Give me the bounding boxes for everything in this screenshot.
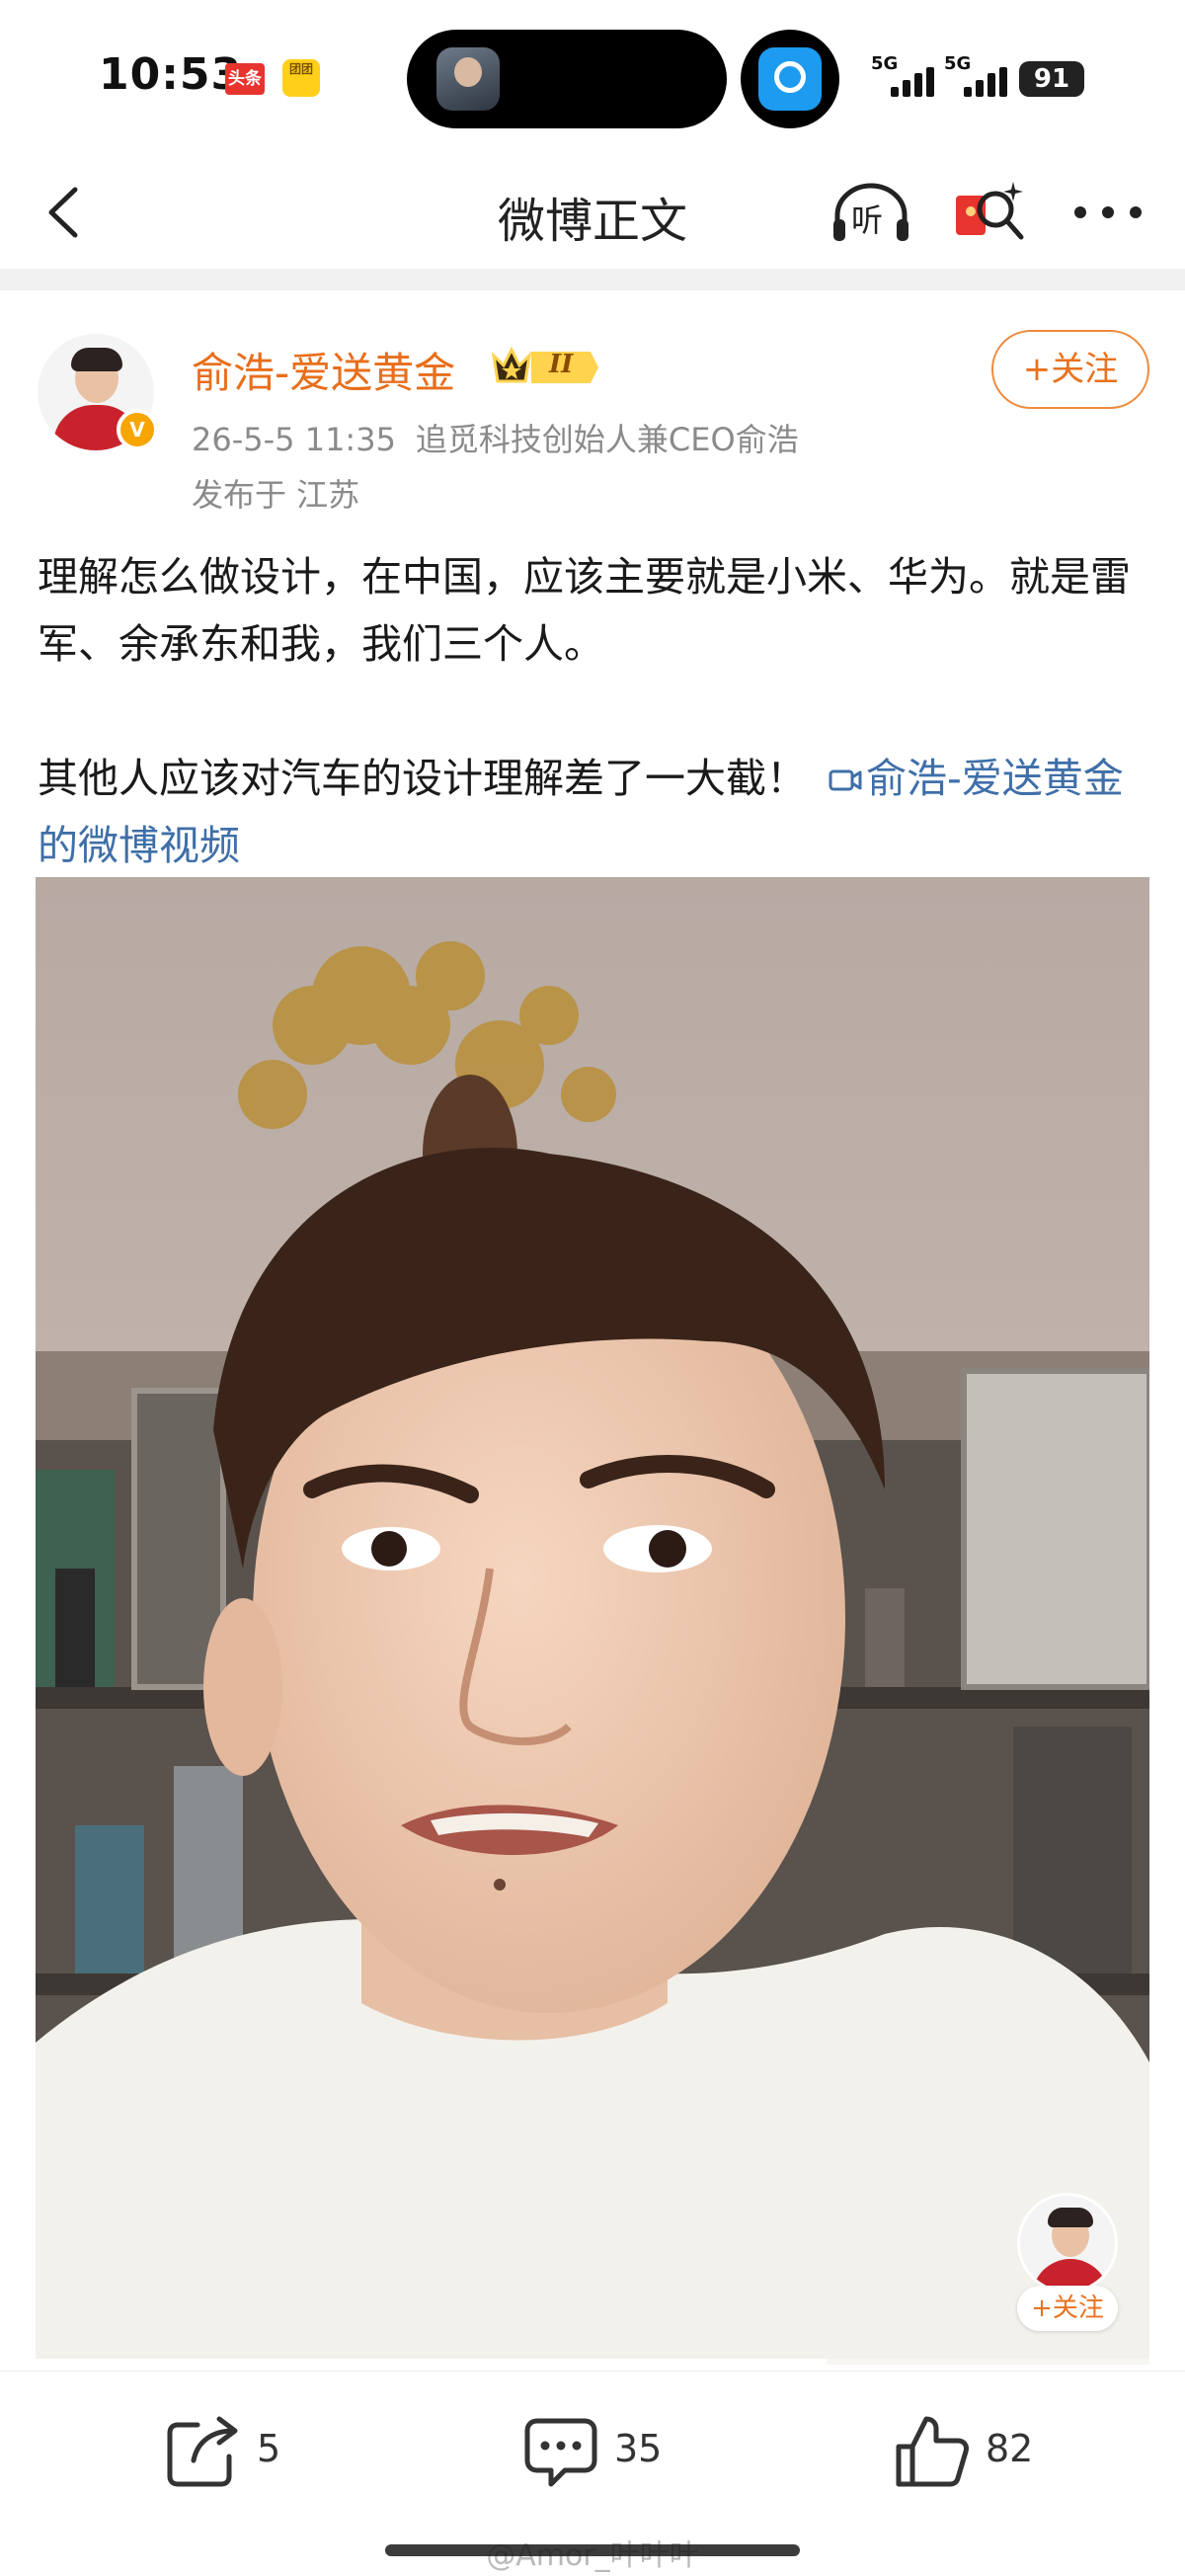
tuan-notification-icon: 团团 — [282, 59, 320, 97]
status-bar: 10:53 头条 团团 5G 5G 91 — [0, 0, 1185, 158]
cellular-signal-1: 5G — [871, 53, 940, 99]
comment-button[interactable]: 35 — [521, 2411, 699, 2490]
floating-follow-button[interactable]: +关注 — [1017, 2286, 1118, 2331]
follow-button[interactable]: +关注 — [991, 330, 1149, 409]
verified-badge-icon: V — [117, 409, 158, 450]
status-time: 10:53 — [99, 49, 243, 100]
repost-count: 5 — [257, 2427, 281, 2470]
battery-indicator: 91 — [1019, 61, 1084, 97]
post-paragraph-2: 其他人应该对汽车的设计理解差了一大截！ — [38, 755, 807, 802]
listen-headphones-icon[interactable]: 听 — [830, 180, 912, 245]
vip-crown-badge-icon[interactable]: II — [488, 342, 600, 393]
repost-icon — [167, 2416, 238, 2487]
action-bar: 5 35 82 — [0, 2371, 1185, 2529]
railway-app-icon — [758, 47, 822, 111]
video-camera-icon — [829, 769, 862, 791]
post-location: 发布于 江苏 — [192, 476, 360, 514]
cellular-signal-2: 5G — [944, 53, 1013, 99]
video-player[interactable] — [36, 877, 1149, 2365]
post-paragraph-1: 理解怎么做设计，在中国，应该主要就是小米、华为。就是雷军、余承东和我，我们三个人… — [38, 553, 1131, 668]
dynamic-island[interactable] — [407, 30, 727, 128]
thumbs-up-icon — [896, 2416, 969, 2487]
section-divider — [0, 269, 1185, 290]
post-timestamp: 26-5-5 11:35 — [192, 421, 396, 458]
listen-label: 听 — [851, 201, 884, 239]
floating-follow-widget[interactable]: +关注 — [1013, 2193, 1122, 2341]
repost-button[interactable]: 5 — [164, 2411, 322, 2490]
author-name[interactable]: 俞浩-爱送黄金 — [192, 340, 455, 400]
red-packet-search-icon[interactable] — [952, 176, 1029, 251]
signal-bars-1-icon — [891, 67, 940, 97]
toutiao-notification-icon: 头条 — [225, 63, 265, 95]
video-progress-track[interactable] — [36, 2359, 1149, 2365]
home-indicator[interactable] — [385, 2544, 800, 2556]
like-count: 82 — [986, 2427, 1034, 2470]
more-options-icon[interactable] — [1068, 180, 1147, 245]
vip-level-label: II — [549, 350, 574, 379]
floating-author-avatar[interactable] — [1017, 2193, 1118, 2294]
nav-bar: 微博正文 听 — [0, 158, 1185, 267]
live-activity-avatar-icon — [436, 47, 500, 111]
signal-bars-2-icon — [964, 67, 1013, 97]
like-button[interactable]: 82 — [893, 2411, 1070, 2490]
comment-icon — [524, 2418, 597, 2487]
video-frame-illustration — [36, 877, 1149, 2365]
dynamic-island-secondary[interactable] — [741, 30, 839, 128]
post-meta: 26-5-5 11:35 追觅科技创始人兼CEO俞浩 — [192, 415, 799, 460]
comment-count: 35 — [614, 2427, 663, 2470]
video-progress-fill — [36, 2359, 827, 2365]
post-paragraph-2-wrapper: 其他人应该对汽车的设计理解差了一大截！ 俞浩-爱送黄金的微博视频 — [38, 745, 1153, 879]
post-source: 追觅科技创始人兼CEO俞浩 — [415, 421, 799, 458]
post-body: 理解怎么做设计，在中国，应该主要就是小米、华为。就是雷军、余承东和我，我们三个人… — [38, 543, 1153, 879]
